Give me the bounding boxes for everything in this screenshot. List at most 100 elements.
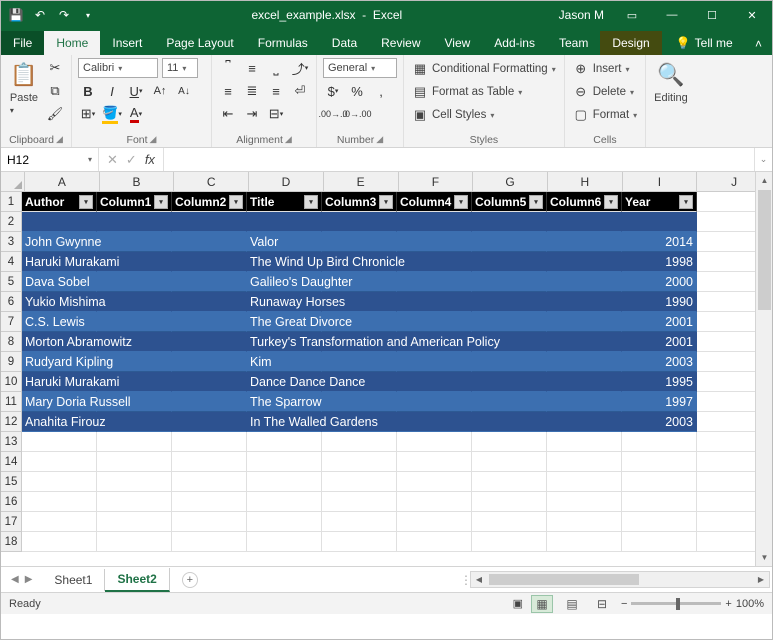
tell-me[interactable]: 💡Tell me [664,31,745,55]
cell[interactable] [97,272,172,292]
cell[interactable] [22,492,97,512]
cell[interactable] [397,292,472,312]
cell[interactable] [547,412,622,432]
row-header[interactable]: 6 [1,292,22,312]
zoom-out-icon[interactable]: − [621,598,627,610]
tab-page-layout[interactable]: Page Layout [154,31,245,55]
cell[interactable] [397,232,472,252]
tab-review[interactable]: Review [369,31,432,55]
scroll-down-icon[interactable]: ▼ [756,549,773,566]
cell[interactable]: Dava Sobel [22,272,97,292]
fill-color-icon[interactable]: 🪣▾ [102,104,122,124]
tab-design[interactable]: Design [600,31,661,55]
bold-icon[interactable]: B [78,81,98,101]
tab-home[interactable]: Home [44,31,100,55]
page-break-view-icon[interactable]: ⊟ [591,595,613,613]
cell[interactable] [172,472,247,492]
cell[interactable]: 2000 [622,272,697,292]
cell[interactable] [397,212,472,232]
cell[interactable] [397,532,472,552]
row-header[interactable]: 2 [1,212,22,232]
cell[interactable]: In The Walled Gardens [247,412,322,432]
fx-icon[interactable]: fx [145,152,155,167]
delete-cells-button[interactable]: ⊖Delete▾ [571,81,636,103]
cell[interactable] [247,532,322,552]
column-header[interactable]: E [324,172,399,192]
cell[interactable] [322,532,397,552]
column-header[interactable]: G [473,172,548,192]
cell[interactable] [97,452,172,472]
cell[interactable]: Haruki Murakami [22,372,97,392]
filter-icon[interactable]: ▾ [679,195,693,209]
scroll-thumb[interactable] [758,190,771,310]
zoom-slider[interactable] [631,602,721,605]
cell[interactable] [472,472,547,492]
cell[interactable]: Valor [247,232,322,252]
redo-icon[interactable]: ↷ [55,6,73,24]
align-right-icon[interactable]: ≡ [266,81,286,101]
normal-view-icon[interactable]: ▦ [531,595,553,613]
cell[interactable] [322,432,397,452]
cell[interactable]: C.S. Lewis [22,312,97,332]
cell[interactable] [397,452,472,472]
tab-view[interactable]: View [433,31,483,55]
shrink-font-icon[interactable]: A↓ [174,81,194,101]
cell-styles-button[interactable]: ▣Cell Styles▾ [410,104,496,126]
cell[interactable]: Column5▾ [472,192,547,212]
cell[interactable]: 1990 [622,292,697,312]
row-header[interactable]: 4 [1,252,22,272]
grow-font-icon[interactable]: A↑ [150,81,170,101]
cell[interactable] [397,412,472,432]
cell[interactable]: Haruki Murakami [22,252,97,272]
filter-icon[interactable]: ▾ [379,195,393,209]
row-header[interactable]: 13 [1,432,22,452]
cell[interactable] [172,332,247,352]
align-left-icon[interactable]: ≡ [218,81,238,101]
sheet-tab-2[interactable]: Sheet2 [105,568,169,592]
tab-data[interactable]: Data [320,31,369,55]
cell[interactable] [172,512,247,532]
cell[interactable]: Galileo's Daughter [247,272,322,292]
cell[interactable] [172,392,247,412]
cell[interactable] [247,452,322,472]
cell[interactable]: 2003 [622,352,697,372]
cell[interactable] [97,212,172,232]
tab-insert[interactable]: Insert [100,31,154,55]
cell[interactable]: 2001 [622,312,697,332]
row-header[interactable]: 5 [1,272,22,292]
cell[interactable] [547,272,622,292]
cell[interactable] [247,432,322,452]
cell[interactable] [172,252,247,272]
scroll-up-icon[interactable]: ▲ [756,172,773,189]
column-header[interactable]: H [548,172,623,192]
cell[interactable] [97,312,172,332]
number-launcher-icon[interactable]: ◢ [376,134,383,146]
align-bottom-icon[interactable]: ⎵ [266,58,286,78]
borders-icon[interactable]: ⊞▾ [78,104,98,124]
cell[interactable] [172,532,247,552]
accounting-format-icon[interactable]: $▾ [323,81,343,101]
collapse-ribbon-icon[interactable]: ˄ [745,33,772,55]
cell[interactable] [547,472,622,492]
underline-icon[interactable]: U▾ [126,81,146,101]
number-format-select[interactable]: General▾ [323,58,397,78]
cell[interactable] [547,432,622,452]
sheet-tab-1[interactable]: Sheet1 [42,569,105,591]
column-header[interactable]: A [25,172,100,192]
cell[interactable] [322,492,397,512]
font-launcher-icon[interactable]: ◢ [150,134,157,146]
cell[interactable] [97,232,172,252]
filter-icon[interactable]: ▾ [529,195,543,209]
row-header[interactable]: 17 [1,512,22,532]
cell[interactable] [472,212,547,232]
insert-cells-button[interactable]: ⊕Insert▾ [571,58,632,80]
filter-icon[interactable]: ▾ [79,195,93,209]
cell[interactable] [322,352,397,372]
cell[interactable] [172,232,247,252]
align-top-icon[interactable]: ⎴ [218,58,238,78]
cell[interactable] [472,232,547,252]
cell[interactable] [547,312,622,332]
cell[interactable] [22,432,97,452]
cell[interactable] [622,512,697,532]
filter-icon[interactable]: ▾ [604,195,618,209]
